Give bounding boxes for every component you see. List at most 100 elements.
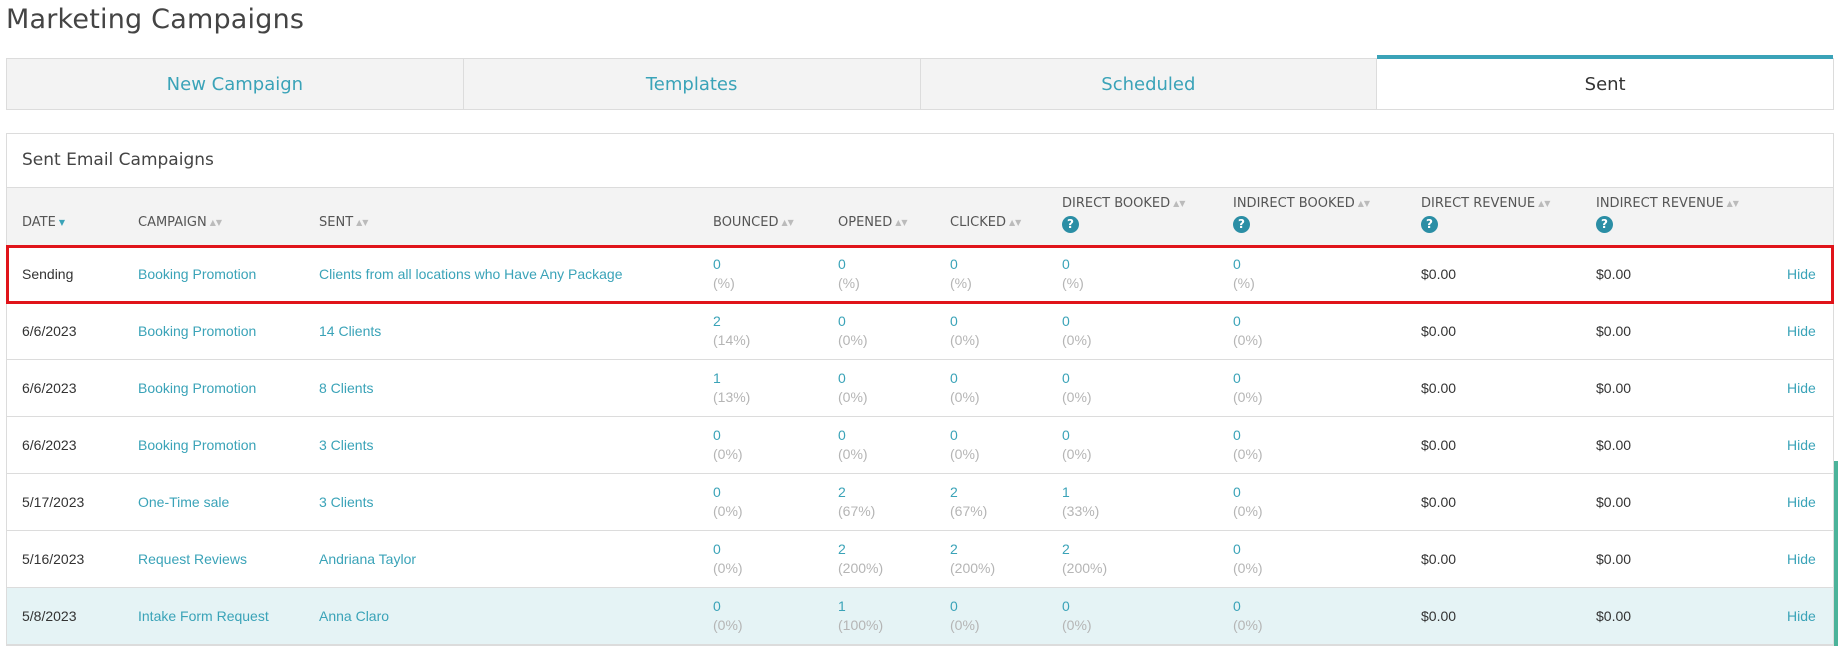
campaign-link[interactable]: One-Time sale: [138, 474, 229, 530]
opened-cell: 0 (%): [838, 246, 860, 302]
sort-icon[interactable]: ▲▼: [781, 218, 793, 227]
hide-button[interactable]: Hide: [1787, 588, 1816, 644]
campaign-tabs: New Campaign Templates Scheduled Sent: [6, 55, 1834, 110]
column-header-indirect-revenue-label[interactable]: INDIRECT REVENUE: [1596, 196, 1724, 211]
sent-recipients-link[interactable]: 3 Clients: [319, 474, 373, 530]
tab-new-campaign[interactable]: New Campaign: [7, 59, 464, 109]
column-header-direct-booked[interactable]: DIRECT BOOKED ▲▼ ?: [1062, 196, 1185, 233]
indirect-booked-count: 0: [1233, 598, 1241, 614]
clicked-percent: (200%): [950, 560, 996, 576]
direct-booked-count: 1: [1062, 484, 1070, 500]
tab-templates[interactable]: Templates: [463, 59, 921, 109]
date-cell: 6/6/2023: [22, 323, 77, 339]
table-row[interactable]: 5/8/2023 Intake Form Request Anna Claro …: [7, 588, 1833, 645]
column-header-direct-booked-label[interactable]: DIRECT BOOKED: [1062, 196, 1170, 211]
table-row[interactable]: 5/17/2023 One-Time sale 3 Clients 0 (0%)…: [7, 474, 1833, 531]
column-header-bounced-label[interactable]: BOUNCED: [713, 215, 778, 230]
sent-campaigns-panel: Sent Email Campaigns DATE ▼ CAMPAIGN ▲▼ SE…: [6, 133, 1834, 646]
opened-cell: 2 (200%): [838, 531, 883, 587]
sent-recipients-link[interactable]: 8 Clients: [319, 360, 373, 416]
opened-cell: 1 (100%): [838, 588, 883, 644]
opened-count: 2: [838, 484, 846, 500]
sent-recipients-link[interactable]: Clients from all locations who Have Any …: [319, 246, 622, 302]
column-header-opened[interactable]: OPENED ▲▼: [838, 215, 908, 230]
indirect-booked-cell: 0 (0%): [1233, 474, 1263, 530]
column-header-direct-revenue-label[interactable]: DIRECT REVENUE: [1421, 196, 1535, 211]
hide-button[interactable]: Hide: [1787, 531, 1816, 587]
sort-icon[interactable]: ▲▼: [1173, 199, 1185, 208]
column-header-indirect-booked-label[interactable]: INDIRECT BOOKED: [1233, 196, 1355, 211]
table-row[interactable]: 6/6/2023 Booking Promotion 8 Clients 1 (…: [7, 360, 1833, 417]
sort-icon[interactable]: ▲▼: [356, 218, 368, 227]
campaign-link[interactable]: Request Reviews: [138, 531, 247, 587]
campaign-link[interactable]: Booking Promotion: [138, 360, 256, 416]
direct-booked-cell: 0 (0%): [1062, 417, 1092, 473]
table-row[interactable]: 5/16/2023 Request Reviews Andriana Taylo…: [7, 531, 1833, 588]
bounced-cell: 0 (%): [713, 246, 735, 302]
hide-button[interactable]: Hide: [1787, 303, 1816, 359]
direct-revenue-cell: $0.00: [1421, 323, 1457, 339]
sort-desc-icon[interactable]: ▼: [59, 218, 65, 227]
column-header-clicked[interactable]: CLICKED ▲▼: [950, 215, 1021, 230]
date-cell: Sending: [22, 266, 74, 282]
date-cell: 5/16/2023: [22, 551, 85, 567]
hide-button[interactable]: Hide: [1787, 360, 1816, 416]
opened-count: 1: [838, 598, 846, 614]
direct-revenue-cell: $0.00: [1421, 380, 1457, 396]
column-header-campaign[interactable]: CAMPAIGN ▲▼: [138, 215, 222, 230]
help-icon[interactable]: ?: [1421, 216, 1438, 233]
sort-icon[interactable]: ▲▼: [895, 218, 907, 227]
date-cell: 5/17/2023: [22, 494, 85, 510]
tab-scheduled[interactable]: Scheduled: [920, 59, 1378, 109]
help-icon[interactable]: ?: [1596, 216, 1613, 233]
campaign-link[interactable]: Intake Form Request: [138, 588, 269, 644]
hide-button[interactable]: Hide: [1787, 417, 1816, 473]
clicked-count: 2: [950, 541, 958, 557]
direct-booked-count: 0: [1062, 313, 1070, 329]
table-row[interactable]: 6/6/2023 Booking Promotion 3 Clients 0 (…: [7, 417, 1833, 474]
column-header-sent[interactable]: SENT ▲▼: [319, 215, 368, 230]
hide-button[interactable]: Hide: [1787, 246, 1816, 302]
bounced-cell: 1 (13%): [713, 360, 750, 416]
help-icon[interactable]: ?: [1062, 216, 1079, 233]
column-header-direct-revenue[interactable]: DIRECT REVENUE ▲▼ ?: [1421, 196, 1550, 233]
campaign-link[interactable]: Booking Promotion: [138, 417, 256, 473]
column-header-indirect-revenue[interactable]: INDIRECT REVENUE ▲▼ ?: [1596, 196, 1739, 233]
campaign-link[interactable]: Booking Promotion: [138, 303, 256, 359]
sent-recipients-link[interactable]: Anna Claro: [319, 588, 389, 644]
indirect-booked-count: 0: [1233, 427, 1241, 443]
column-header-indirect-booked[interactable]: INDIRECT BOOKED ▲▼ ?: [1233, 196, 1370, 233]
column-header-sent-label[interactable]: SENT: [319, 215, 353, 230]
column-header-bounced[interactable]: BOUNCED ▲▼: [713, 215, 794, 230]
sort-icon[interactable]: ▲▼: [1538, 199, 1550, 208]
table-row[interactable]: 6/6/2023 Booking Promotion 14 Clients 2 …: [7, 303, 1833, 360]
sort-icon[interactable]: ▲▼: [1358, 199, 1370, 208]
column-header-date-label[interactable]: DATE: [22, 215, 56, 230]
indirect-booked-count: 0: [1233, 370, 1241, 386]
indirect-booked-count: 0: [1233, 256, 1241, 272]
scrollbar-thumb[interactable]: [1834, 461, 1838, 646]
column-header-clicked-label[interactable]: CLICKED: [950, 215, 1006, 230]
indirect-booked-cell: 0 (0%): [1233, 588, 1263, 644]
column-header-campaign-label[interactable]: CAMPAIGN: [138, 215, 207, 230]
sent-recipients-link[interactable]: 14 Clients: [319, 303, 381, 359]
tab-sent[interactable]: Sent: [1377, 55, 1833, 109]
column-header-opened-label[interactable]: OPENED: [838, 215, 892, 230]
indirect-revenue-cell: $0.00: [1596, 551, 1632, 567]
campaign-link[interactable]: Booking Promotion: [138, 246, 256, 302]
column-header-date[interactable]: DATE ▼: [22, 215, 65, 230]
bounced-percent: (13%): [713, 389, 751, 405]
opened-percent: (100%): [838, 617, 884, 633]
direct-booked-count: 0: [1062, 427, 1070, 443]
opened-cell: 0 (0%): [838, 303, 868, 359]
sort-icon[interactable]: ▲▼: [1009, 218, 1021, 227]
help-icon[interactable]: ?: [1233, 216, 1250, 233]
direct-booked-count: 0: [1062, 256, 1070, 272]
table-row[interactable]: Sending Booking Promotion Clients from a…: [6, 245, 1834, 304]
bounced-percent: (0%): [713, 503, 743, 519]
sent-recipients-link[interactable]: 3 Clients: [319, 417, 373, 473]
sort-icon[interactable]: ▲▼: [1727, 199, 1739, 208]
sort-icon[interactable]: ▲▼: [210, 218, 222, 227]
hide-button[interactable]: Hide: [1787, 474, 1816, 530]
sent-recipients-link[interactable]: Andriana Taylor: [319, 531, 416, 587]
